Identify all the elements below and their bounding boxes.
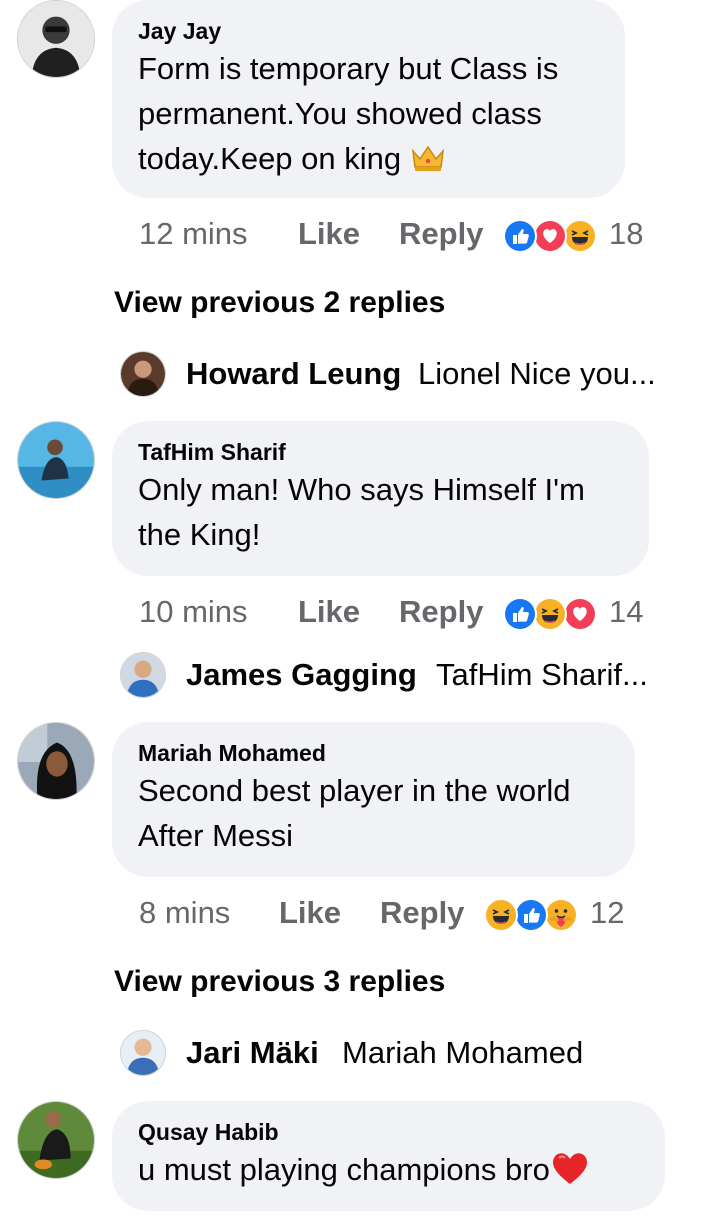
comment-author[interactable]: Qusay Habib	[138, 1117, 639, 1147]
reply-author[interactable]: Jari Mäki	[186, 1028, 319, 1078]
crown-icon	[410, 140, 446, 171]
comment-time: 12 mins	[139, 216, 248, 251]
like-button[interactable]: Like	[298, 212, 360, 256]
reactions-summary[interactable]	[503, 219, 613, 253]
view-previous-replies-link[interactable]: View previous 2 replies	[114, 283, 445, 323]
like-reaction-icon	[503, 219, 537, 253]
reaction-count[interactable]: 12	[590, 891, 624, 935]
like-reaction-icon	[503, 597, 537, 631]
like-button[interactable]: Like	[279, 891, 341, 935]
reply-avatar[interactable]	[120, 652, 166, 698]
reply-button[interactable]: Reply	[380, 891, 464, 935]
comment-time: 10 mins	[139, 594, 248, 629]
comment-author[interactable]: Jay Jay	[138, 16, 599, 46]
comment-text: Form is temporary but Class is permanent…	[138, 51, 559, 176]
reply-author[interactable]: Howard Leung	[186, 349, 401, 399]
like-button[interactable]: Like	[298, 590, 360, 634]
care-reaction-icon	[544, 898, 578, 932]
comment-bubble[interactable]: TafHim Sharif Only man! Who says Himself…	[112, 421, 649, 576]
reply-button[interactable]: Reply	[399, 590, 483, 634]
love-reaction-icon	[533, 219, 567, 253]
comment-actions: 10 mins Like Reply 14	[139, 590, 659, 634]
reply-avatar[interactable]	[120, 1030, 166, 1076]
reply-author[interactable]: James Gagging	[186, 650, 417, 700]
haha-reaction-icon	[563, 219, 597, 253]
reactions-summary[interactable]	[484, 898, 594, 932]
avatar[interactable]	[17, 421, 95, 499]
reply-text: Mariah Mohamed	[342, 1035, 584, 1070]
comment-bubble[interactable]: Jay Jay Form is temporary but Class is p…	[112, 0, 625, 198]
comment-text: u must playing champions bro	[138, 1147, 639, 1192]
reply-preview[interactable]: Jari Mäki Mariah Mohamed	[120, 1028, 680, 1078]
reply-button[interactable]: Reply	[399, 212, 483, 256]
avatar[interactable]	[17, 0, 95, 78]
haha-reaction-icon	[533, 597, 567, 631]
red-heart-icon	[550, 1150, 590, 1186]
love-reaction-icon	[563, 597, 597, 631]
comment-actions: 8 mins Like Reply 12	[139, 891, 659, 935]
comment-actions: 12 mins Like Reply 18	[139, 212, 659, 256]
reaction-count[interactable]: 14	[609, 590, 643, 634]
comment-text: Second best player in the world After Me…	[138, 773, 571, 853]
reply-text: Lionel Nice you...	[418, 356, 656, 391]
comment-time: 8 mins	[139, 895, 231, 930]
reply-preview[interactable]: Howard Leung Lionel Nice you...	[120, 349, 680, 399]
comment-author[interactable]: Mariah Mohamed	[138, 738, 609, 768]
reactions-summary[interactable]	[503, 597, 613, 631]
comment-bubble[interactable]: Qusay Habib u must playing champions bro	[112, 1101, 665, 1211]
reply-avatar[interactable]	[120, 351, 166, 397]
like-reaction-icon	[514, 898, 548, 932]
comment-bubble[interactable]: Mariah Mohamed Second best player in the…	[112, 722, 635, 877]
comment-author[interactable]: TafHim Sharif	[138, 437, 623, 467]
avatar[interactable]	[17, 722, 95, 800]
haha-reaction-icon	[484, 898, 518, 932]
avatar[interactable]	[17, 1101, 95, 1179]
view-previous-replies-link[interactable]: View previous 3 replies	[114, 962, 445, 1002]
reaction-count[interactable]: 18	[609, 212, 643, 256]
reply-text: TafHim Sharif...	[436, 657, 648, 692]
comment-text: Only man! Who says Himself I'm the King!	[138, 472, 585, 552]
reply-preview[interactable]: James Gagging TafHim Sharif...	[120, 650, 680, 700]
